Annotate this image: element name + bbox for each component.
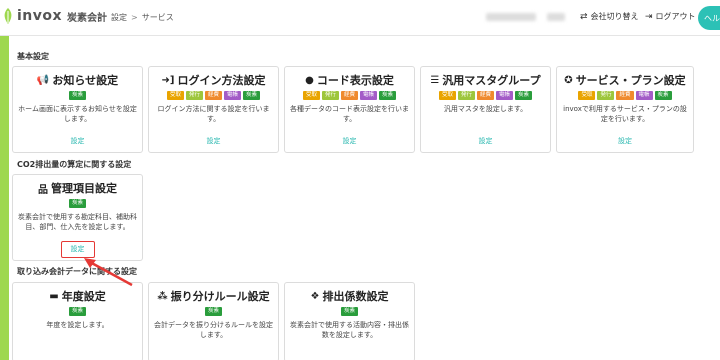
tag-tanso: 炭素: [654, 91, 672, 100]
code-icon: ●: [305, 74, 314, 86]
blurred-user-name: [547, 13, 565, 21]
tag-hakko: 発行: [321, 91, 339, 100]
card-title: サービス・プラン設定: [575, 74, 686, 87]
card-title: 排出係数設定: [322, 290, 389, 303]
routing-icon: ⁂: [157, 290, 168, 302]
blurred-company-name: [486, 13, 536, 21]
card-master-group: ☰ 汎用マスタグループ 受取 発行 経費 電帳 炭素 汎用マスタを設定します。 設…: [420, 66, 551, 153]
logo-subtitle: 炭素会計: [67, 12, 108, 24]
top-header: invox 炭素会計 設定 > サービス ⇄ 会社切り替え ⇥ ログアウト ヘル: [0, 0, 720, 36]
breadcrumb-settings[interactable]: 設定: [111, 13, 127, 22]
card-title: コード表示設定: [316, 74, 394, 87]
logout-link[interactable]: ⇥ ログアウト: [645, 11, 696, 22]
card-routing-rules: ⁂ 振り分けルール設定 炭素 会計データを振り分けるルールを設定します。: [148, 282, 279, 360]
card-description: 炭素会計で使用する勘定科目、補助科目、部門、仕入先を設定します。: [18, 213, 137, 231]
tag-juju: 受取: [578, 91, 596, 100]
settings-link[interactable]: 設定: [13, 136, 142, 146]
tag-denchou: 電帳: [224, 91, 242, 100]
tag-hakko: 発行: [597, 91, 615, 100]
grid-icon: ❖: [310, 290, 320, 302]
switch-icon: ⇄: [580, 11, 588, 22]
tag-denchou: 電帳: [635, 91, 653, 100]
leaf-logo-icon: [4, 8, 12, 24]
tag-juju: 受取: [166, 91, 184, 100]
org-chart-icon: 品: [38, 184, 48, 196]
tag-keihi: 経費: [616, 91, 634, 100]
card-title: 管理項目設定: [51, 182, 117, 195]
left-accent-bar: [0, 36, 9, 360]
help-button[interactable]: ヘル: [698, 6, 720, 30]
megaphone-icon: 📢: [36, 74, 50, 86]
card-description: 年度を設定します。: [46, 321, 109, 329]
section-title-basic: 基本設定: [17, 52, 49, 61]
tag-denchou: 電帳: [496, 91, 514, 100]
settings-link[interactable]: 設定: [285, 136, 414, 146]
tag-tanso: 炭素: [68, 199, 86, 208]
breadcrumb: 設定 > サービス: [111, 12, 174, 23]
card-title: お知らせ設定: [52, 74, 119, 87]
card-service-plan-settings: ✪ サービス・プラン設定 受取 発行 経費 電帳 炭素 invoxで利用するサービ…: [556, 66, 694, 153]
login-icon: ➜]: [161, 74, 175, 86]
settings-link[interactable]: 設定: [149, 136, 278, 146]
card-description: 会計データを振り分けるルールを設定します。: [154, 321, 273, 339]
logout-icon: ⇥: [645, 11, 653, 22]
badge-icon: ✪: [564, 74, 573, 86]
card-title: ログイン方法設定: [177, 74, 266, 87]
invox-logo[interactable]: invox 炭素会計: [2, 8, 107, 24]
tag-tanso: 炭素: [68, 307, 86, 316]
card-description: 各種データのコード表示設定を行います。: [290, 105, 409, 123]
breadcrumb-separator: >: [131, 13, 138, 22]
card-description: 汎用マスタを設定します。: [443, 105, 528, 113]
card-description: invoxで利用するサービス・プランの設定を行います。: [563, 105, 687, 123]
tag-juju: 受取: [302, 91, 320, 100]
tag-keihi: 経費: [476, 91, 494, 100]
tag-keihi: 経費: [340, 91, 358, 100]
breadcrumb-service: サービス: [141, 13, 174, 22]
switch-company-label: 会社切り替え: [590, 12, 639, 21]
calendar-icon: ▬: [49, 290, 59, 302]
tag-keihi: 経費: [204, 91, 222, 100]
card-login-settings: ➜] ログイン方法設定 受取 発行 経費 電帳 炭素 ログイン方法に関する設定を行…: [148, 66, 279, 153]
list-icon: ☰: [430, 74, 440, 86]
card-title: 汎用マスタグループ: [442, 74, 541, 87]
card-title: 振り分けルール設定: [170, 290, 270, 303]
tag-hakko: 発行: [185, 91, 203, 100]
logout-label: ログアウト: [655, 12, 696, 21]
tag-tanso: 炭素: [204, 307, 222, 316]
logo-text: invox: [17, 8, 63, 24]
tag-tanso: 炭素: [243, 91, 261, 100]
switch-company-link[interactable]: ⇄ 会社切り替え: [580, 11, 639, 22]
tag-hakko: 発行: [457, 91, 475, 100]
card-code-display-settings: ● コード表示設定 受取 発行 経費 電帳 炭素 各種データのコード表示設定を行い…: [284, 66, 415, 153]
tag-denchou: 電帳: [360, 91, 378, 100]
card-fiscal-year: ▬ 年度設定 炭素 年度を設定します。: [12, 282, 143, 360]
card-description: ホーム画面に表示するお知らせを設定します。: [18, 105, 137, 123]
card-emission-factors: ❖ 排出係数設定 炭素 炭素会計で使用する活動内容・排出係数を設定します。: [284, 282, 415, 360]
settings-link[interactable]: 設定: [421, 136, 550, 146]
tag-tanso: 炭素: [340, 307, 358, 316]
card-notice-settings: 📢 お知らせ設定 炭素 ホーム画面に表示するお知らせを設定します。 設定: [12, 66, 143, 153]
section-title-co2: CO2排出量の算定に関する設定: [17, 160, 132, 169]
tag-tanso: 炭素: [68, 91, 86, 100]
card-description: 炭素会計で使用する活動内容・排出係数を設定します。: [290, 321, 409, 339]
tag-tanso: 炭素: [379, 91, 397, 100]
annotation-arrow-icon: [84, 258, 133, 287]
card-title: 年度設定: [61, 290, 106, 303]
settings-link[interactable]: 設定: [557, 136, 693, 146]
tag-juju: 受取: [438, 91, 456, 100]
tag-tanso: 炭素: [515, 91, 533, 100]
card-description: ログイン方法に関する設定を行います。: [157, 105, 270, 123]
